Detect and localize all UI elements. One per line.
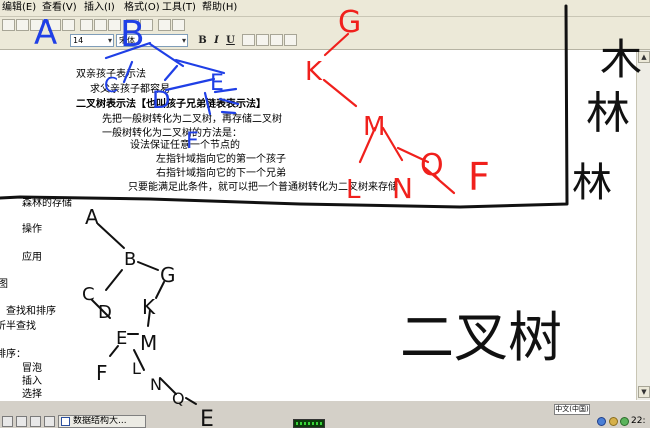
red-letter-q: Q [420, 148, 444, 183]
screen: 编辑(E) 查看(V) 插入(I) 格式(O) 工具(T) 帮助(H) 14 宋… [0, 0, 650, 428]
tree-node-n: N [150, 375, 162, 394]
tree-node-a: A [85, 205, 99, 229]
annotation-overlay: A B C D E F G K M L N Q F 木 林 林 二叉树 A B … [0, 4, 642, 428]
tree-node-q: Q [172, 389, 185, 408]
red-letter-n: N [392, 172, 413, 205]
red-letter-g: G [338, 5, 361, 40]
tree-node-e: E [116, 328, 127, 349]
tree-node-d: D [98, 302, 112, 323]
red-letter-f: F [468, 155, 490, 199]
red-letter-m: M [363, 112, 385, 142]
blue-letter-e: E [210, 71, 224, 96]
red-letter-k: K [305, 57, 323, 87]
tree-node-g: G [160, 263, 176, 287]
tree-node-m: M [140, 331, 157, 355]
tree-node-b: B [124, 249, 136, 270]
blue-letter-a: A [34, 13, 57, 53]
black-char-lin-upper: 林 [586, 88, 630, 139]
red-letter-l: L [346, 175, 361, 205]
tree-node-k: K [142, 295, 156, 319]
blue-letter-b: B [120, 14, 145, 55]
black-char-lin-lower: 林 [572, 160, 612, 206]
tree-node-c: C [82, 284, 95, 305]
blue-letter-c: C [104, 73, 118, 97]
black-text-binary-tree: 二叉树 [400, 306, 562, 369]
tree-node-e-lower: E [200, 407, 214, 428]
blue-letter-d: D [152, 86, 170, 114]
tree-node-l: L [132, 359, 141, 378]
blue-letter-f: F [186, 129, 199, 154]
tree-node-f: F [96, 361, 108, 385]
black-char-mu: 木 [600, 35, 642, 84]
